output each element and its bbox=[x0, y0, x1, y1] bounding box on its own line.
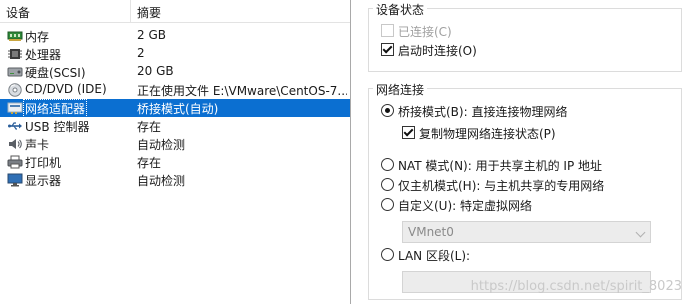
radio-dot bbox=[381, 198, 394, 211]
device-name: 硬盘(SCSI) bbox=[25, 66, 86, 80]
device-row-sound-card[interactable]: 声卡 自动检测 bbox=[0, 135, 350, 153]
device-row-cd-dvd[interactable]: CD/DVD (IDE) 正在使用文件 E:\VMware\CentOS-7..… bbox=[0, 81, 350, 99]
device-summary: 2 bbox=[137, 46, 145, 60]
replicate-state-checkbox[interactable]: 复制物理网络连接状态(P) bbox=[402, 125, 556, 142]
nat-radio[interactable]: NAT 模式(N): 用于共享主机的 IP 地址 bbox=[381, 157, 602, 174]
device-list-panel: 设备 摘要 内存 2 GB 处理器 2 硬盘(SCSI) 20 GB CD/DV… bbox=[0, 0, 351, 304]
device-summary: 存在 bbox=[137, 120, 162, 134]
device-name: 显示器 bbox=[25, 174, 62, 188]
connect-at-power-on-checkbox[interactable]: 启动时连接(O) bbox=[381, 42, 477, 59]
radio-dot bbox=[381, 178, 394, 191]
connected-checkbox[interactable]: 已连接(C) bbox=[381, 23, 452, 40]
network-connection-title: 网络连接 bbox=[373, 81, 428, 98]
device-row-printer[interactable]: 打印机 存在 bbox=[0, 153, 350, 171]
column-header-device[interactable]: 设备 bbox=[6, 4, 30, 21]
device-status-group: 设备状态 已连接(C) 启动时连接(O) bbox=[368, 1, 682, 72]
checkbox-box bbox=[381, 43, 394, 56]
host-only-radio[interactable]: 仅主机模式(H): 与主机共享的专用网络 bbox=[381, 177, 604, 194]
printer-icon bbox=[7, 155, 23, 169]
checkbox-box bbox=[381, 24, 394, 37]
connect-at-power-on-label: 启动时连接(O) bbox=[398, 44, 477, 58]
memory-icon bbox=[7, 31, 23, 41]
device-summary: 2 GB bbox=[137, 28, 166, 42]
device-row-usb-controller[interactable]: USB 控制器 存在 bbox=[0, 117, 350, 135]
device-summary: 存在 bbox=[137, 156, 162, 170]
custom-network-value: VMnet0 bbox=[408, 225, 454, 239]
device-summary: 自动检测 bbox=[137, 174, 186, 188]
host-only-label: 仅主机模式(H): 与主机共享的专用网络 bbox=[398, 179, 605, 193]
connected-label: 已连接(C) bbox=[398, 25, 452, 39]
device-row-network-adapter[interactable]: 网络适配器 桥接模式(自动) bbox=[0, 99, 350, 118]
custom-label: 自定义(U): 特定虚拟网络 bbox=[398, 199, 533, 213]
sound-card-icon bbox=[9, 139, 22, 149]
hard-disk-icon bbox=[7, 67, 23, 77]
device-status-title: 设备状态 bbox=[373, 1, 428, 18]
cd-dvd-icon bbox=[8, 83, 22, 97]
device-summary: 正在使用文件 E:\VMware\CentOS-7... bbox=[137, 84, 347, 98]
device-summary: 自动检测 bbox=[137, 138, 186, 152]
lan-segment-label: LAN 区段(L): bbox=[398, 249, 471, 263]
watermark-text: https://blog.csdn.net/spirit_8023 bbox=[470, 279, 682, 294]
chevron-down-icon bbox=[635, 227, 646, 238]
custom-radio[interactable]: 自定义(U): 特定虚拟网络 bbox=[381, 197, 532, 214]
device-summary: 桥接模式(自动) bbox=[137, 102, 219, 116]
device-name: USB 控制器 bbox=[25, 120, 90, 134]
device-row-display[interactable]: 显示器 自动检测 bbox=[0, 171, 350, 189]
network-connection-group: 网络连接 桥接模式(B): 直接连接物理网络 复制物理网络连接状态(P) NAT… bbox=[368, 81, 682, 300]
custom-network-select[interactable]: VMnet0 bbox=[402, 221, 651, 243]
column-header-summary[interactable]: 摘要 bbox=[137, 4, 161, 21]
radio-dot bbox=[381, 248, 394, 261]
device-list-header: 设备 摘要 bbox=[0, 0, 350, 23]
radio-dot bbox=[381, 158, 394, 171]
device-name: 网络适配器 bbox=[22, 99, 88, 118]
column-divider[interactable] bbox=[130, 0, 131, 22]
device-row-memory[interactable]: 内存 2 GB bbox=[0, 27, 350, 45]
bridged-label: 桥接模式(B): 直接连接物理网络 bbox=[398, 105, 568, 119]
device-summary: 20 GB bbox=[137, 64, 174, 78]
network-adapter-icon bbox=[7, 102, 23, 114]
usb-icon bbox=[8, 122, 22, 130]
replicate-state-label: 复制物理网络连接状态(P) bbox=[419, 127, 556, 141]
display-icon bbox=[7, 173, 23, 187]
bridged-radio[interactable]: 桥接模式(B): 直接连接物理网络 bbox=[381, 103, 567, 120]
device-name: 打印机 bbox=[25, 156, 62, 170]
cpu-icon bbox=[8, 49, 22, 59]
device-name: 声卡 bbox=[25, 138, 50, 152]
nat-label: NAT 模式(N): 用于共享主机的 IP 地址 bbox=[398, 159, 603, 173]
radio-dot bbox=[381, 104, 394, 117]
device-name: CD/DVD (IDE) bbox=[25, 82, 107, 96]
device-row-processor[interactable]: 处理器 2 bbox=[0, 45, 350, 63]
checkbox-box bbox=[402, 126, 415, 139]
lan-segment-radio[interactable]: LAN 区段(L): bbox=[381, 247, 470, 264]
device-name: 处理器 bbox=[25, 48, 62, 62]
device-row-hard-disk[interactable]: 硬盘(SCSI) 20 GB bbox=[0, 63, 350, 81]
device-name: 内存 bbox=[25, 30, 50, 44]
